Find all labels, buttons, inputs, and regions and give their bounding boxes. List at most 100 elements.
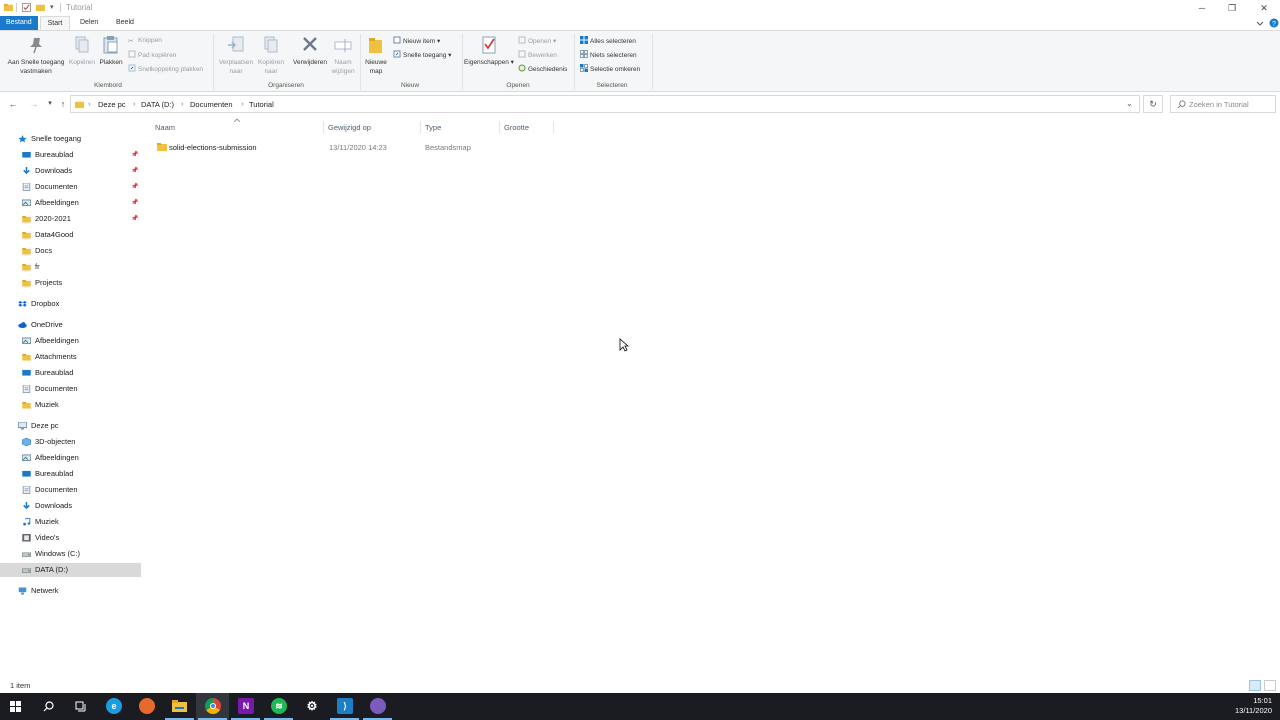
edit-button[interactable]: Bewerken xyxy=(518,50,557,60)
properties-button[interactable]: Eigenschappen ▾ xyxy=(464,35,514,67)
column-divider[interactable] xyxy=(499,121,500,133)
nav-quick-item[interactable]: 2020-2021 📌 xyxy=(0,212,141,226)
spotify-app-button[interactable]: ≋ xyxy=(262,693,295,720)
nav-onedrive-item[interactable]: Muziek xyxy=(0,398,141,412)
new-folder-button[interactable]: Nieuwe map xyxy=(362,35,390,76)
column-header-modified[interactable]: Gewijzigd op xyxy=(328,123,371,132)
breadcrumb-documenten[interactable]: Documenten xyxy=(190,100,233,109)
column-divider[interactable] xyxy=(553,121,554,133)
column-header-name[interactable]: Naam xyxy=(155,123,175,132)
file-type: Bestandsmap xyxy=(425,143,471,152)
nav-quick-item[interactable]: Downloads 📌 xyxy=(0,164,141,178)
tab-beeld[interactable]: Beeld xyxy=(110,16,140,30)
nav-quick-item[interactable]: fr xyxy=(0,260,141,274)
firefox-icon xyxy=(139,698,155,714)
minimize-button[interactable]: ─ xyxy=(1186,0,1218,16)
start-button[interactable] xyxy=(0,693,33,720)
refresh-icon[interactable]: ↻ xyxy=(1143,95,1163,113)
tab-start[interactable]: Start xyxy=(40,16,70,30)
file-explorer-app-button[interactable] xyxy=(163,693,196,720)
close-button[interactable]: ✕ xyxy=(1248,0,1280,16)
folder-icon xyxy=(75,101,84,109)
nav-pc-item[interactable]: Muziek xyxy=(0,515,141,529)
nav-item-label: OneDrive xyxy=(31,320,63,329)
nav-quick-item[interactable]: Bureaublad 📌 xyxy=(0,148,141,162)
new-folder-quick-icon[interactable] xyxy=(36,3,45,12)
delete-button[interactable]: Verwijderen xyxy=(290,35,330,67)
search-input[interactable]: Zoeken in Tutorial xyxy=(1170,95,1276,113)
move-to-button[interactable]: Verplaatsen naar xyxy=(217,35,255,76)
address-bar[interactable]: › Deze pc › DATA (D:) › Documenten › Tut… xyxy=(70,95,1140,113)
nav-dropbox[interactable]: Dropbox xyxy=(0,297,141,311)
properties-check-icon[interactable] xyxy=(22,3,31,12)
nav-pc-item[interactable]: Downloads xyxy=(0,499,141,513)
rename-button[interactable]: Naam wijzigen xyxy=(330,35,356,76)
nav-onedrive-item[interactable]: Attachments xyxy=(0,350,141,364)
nav-pc-item[interactable]: Bureaublad xyxy=(0,467,141,481)
nav-quick-item[interactable]: Docs xyxy=(0,244,141,258)
nav-netwerk[interactable]: Netwerk xyxy=(0,584,141,598)
select-all-button[interactable]: Alles selecteren xyxy=(580,36,636,46)
invert-selection-button[interactable]: Selectie omkeren xyxy=(580,64,640,74)
column-header-type[interactable]: Type xyxy=(425,123,441,132)
maximize-button[interactable]: ❐ xyxy=(1216,0,1248,16)
nav-snelle-toegang[interactable]: Snelle toegang xyxy=(0,132,141,146)
help-icon[interactable]: ? xyxy=(1269,18,1279,28)
cut-button[interactable]: ✂ Knippen xyxy=(128,36,162,45)
task-view-button[interactable] xyxy=(64,693,97,720)
details-view-icon[interactable] xyxy=(1249,680,1261,691)
nav-pc-item[interactable]: 3D-objecten xyxy=(0,435,141,449)
taskbar-search-button[interactable] xyxy=(32,693,65,720)
nav-quick-item[interactable]: Afbeeldingen 📌 xyxy=(0,196,141,210)
nav-onedrive-item[interactable]: Afbeeldingen xyxy=(0,334,141,348)
easy-access-button[interactable]: Snelle toegang ▾ xyxy=(393,50,451,60)
copy-button[interactable]: Kopiëren xyxy=(68,35,96,67)
nav-pc-item[interactable]: Afbeeldingen xyxy=(0,451,141,465)
nav-quick-item[interactable]: Documenten 📌 xyxy=(0,180,141,194)
breadcrumb-data-d[interactable]: DATA (D:) xyxy=(141,100,174,109)
nav-quick-item[interactable]: Data4Good xyxy=(0,228,141,242)
nav-onedrive-item[interactable]: Documenten xyxy=(0,382,141,396)
breadcrumb-deze-pc[interactable]: Deze pc xyxy=(98,100,126,109)
column-divider[interactable] xyxy=(323,121,324,133)
quick-access-dropdown-icon[interactable]: ▾ xyxy=(50,3,54,11)
recent-locations-chevron-icon[interactable]: ▾ xyxy=(44,98,56,110)
nav-deze-pc[interactable]: Deze pc xyxy=(0,419,141,433)
copy-path-button[interactable]: Pad kopiëren xyxy=(128,50,176,60)
github-desktop-app-button[interactable] xyxy=(361,693,394,720)
tab-bestand[interactable]: Bestand xyxy=(0,16,38,30)
up-arrow-icon[interactable]: ↑ xyxy=(57,98,69,110)
paste-button[interactable]: Plakken xyxy=(98,35,124,67)
open-button[interactable]: Openen ▾ xyxy=(518,36,556,46)
chrome-app-button[interactable] xyxy=(196,693,229,720)
new-item-button[interactable]: Nieuw item ▾ xyxy=(393,36,440,46)
column-header-size[interactable]: Grootte xyxy=(504,123,529,132)
forward-arrow-icon[interactable]: → xyxy=(28,98,40,110)
system-clock[interactable]: 15:01 13/11/2020 xyxy=(1235,696,1272,716)
nav-pc-item[interactable]: Windows (C:) xyxy=(0,547,141,561)
back-arrow-icon[interactable]: ← xyxy=(7,98,19,110)
history-button[interactable]: Geschiedenis xyxy=(518,64,567,74)
select-none-button[interactable]: Niets selecteren xyxy=(580,50,637,60)
chevron-down-icon[interactable] xyxy=(1256,19,1264,27)
large-icons-view-icon[interactable] xyxy=(1264,680,1276,691)
address-dropdown-chevron-icon[interactable]: ⌄ xyxy=(1126,99,1133,108)
vscode-app-button[interactable]: ⟩ xyxy=(328,693,361,720)
tab-delen[interactable]: Delen xyxy=(74,16,104,30)
table-row[interactable]: solid-elections-submission 13/11/2020 14… xyxy=(153,140,553,154)
column-divider[interactable] xyxy=(420,121,421,133)
onenote-app-button[interactable]: N xyxy=(229,693,262,720)
settings-app-button[interactable]: ⚙ xyxy=(295,693,328,720)
pin-quick-access-button[interactable]: Aan Snelle toegang vastmaken xyxy=(4,35,68,76)
nav-pc-item[interactable]: Video's xyxy=(0,531,141,545)
firefox-app-button[interactable] xyxy=(130,693,163,720)
nav-pc-item[interactable]: Documenten xyxy=(0,483,141,497)
nav-pc-item[interactable]: DATA (D:) xyxy=(0,563,141,577)
nav-onedrive[interactable]: OneDrive xyxy=(0,318,141,332)
copy-to-button[interactable]: Kopiëren naar xyxy=(255,35,287,76)
edge-app-button[interactable]: e xyxy=(97,693,130,720)
breadcrumb-tutorial[interactable]: Tutorial xyxy=(249,100,274,109)
nav-quick-item[interactable]: Projects xyxy=(0,276,141,290)
nav-onedrive-item[interactable]: Bureaublad xyxy=(0,366,141,380)
paste-shortcut-button[interactable]: Snelkoppeling plakken xyxy=(128,64,203,74)
